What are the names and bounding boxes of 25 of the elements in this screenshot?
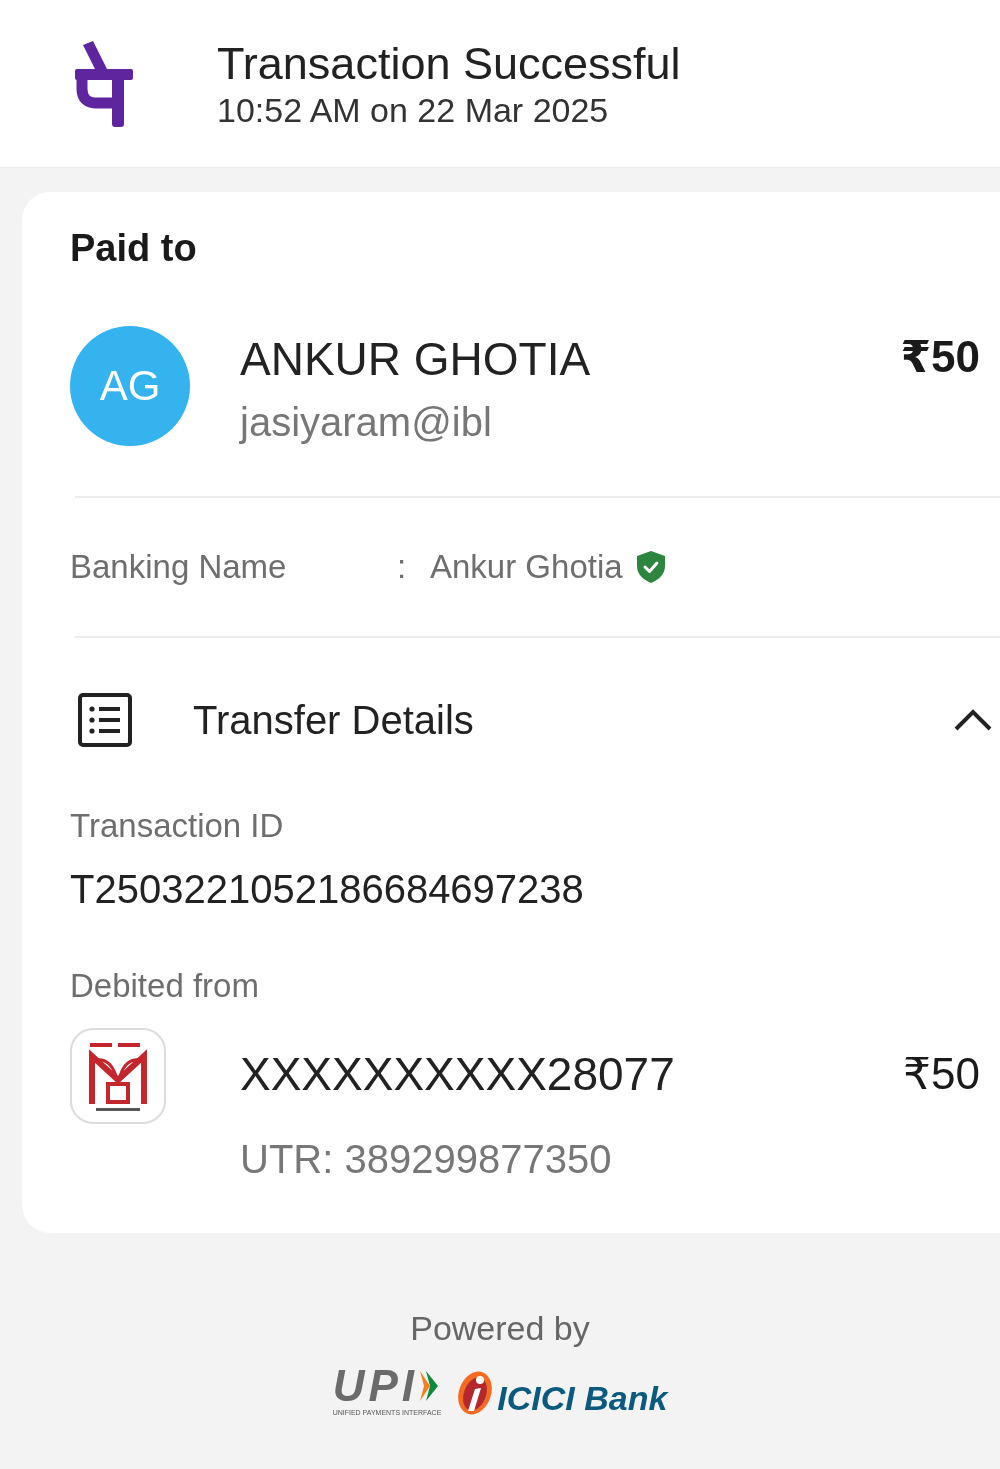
transaction-id-value: T2503221052186684697238 xyxy=(70,866,585,913)
upi-wordmark: UPI xyxy=(332,1366,418,1406)
app-logo-icon xyxy=(75,40,133,127)
list-icon xyxy=(78,693,132,747)
label-separator: : xyxy=(397,547,408,587)
field-label: Debited from xyxy=(70,966,260,1006)
section-heading: Paid to xyxy=(70,226,198,270)
utr-number: UTR: 389299877350 xyxy=(240,1136,613,1183)
payee-name: ANKUR GHOTIA xyxy=(240,332,591,386)
powered-by-label: Powered by xyxy=(410,1308,590,1348)
bank-wordmark: ICICI Bank xyxy=(497,1379,668,1417)
transaction-status-title: Transaction Successful xyxy=(217,37,681,90)
account-number: XXXXXXXXXX28077 xyxy=(240,1047,675,1101)
debit-amount: ₹50 xyxy=(903,1048,981,1100)
payee-avatar: AG xyxy=(70,326,190,446)
transfer-details-title: Transfer Details xyxy=(193,697,474,744)
arrow-icon xyxy=(420,1371,438,1401)
banking-name-value: Ankur Ghotia xyxy=(430,547,623,587)
payee-upi-id: jasiyaram@ibl xyxy=(240,399,493,446)
payment-amount: ₹50 xyxy=(900,331,981,383)
bank-logo-icon xyxy=(70,1028,166,1124)
banking-name-label: Banking Name xyxy=(70,547,288,587)
chevron-up-icon[interactable] xyxy=(954,709,992,731)
transaction-timestamp: 10:52 AM on 22 Mar 2025 xyxy=(217,89,610,130)
field-label: Transaction ID xyxy=(70,806,285,846)
